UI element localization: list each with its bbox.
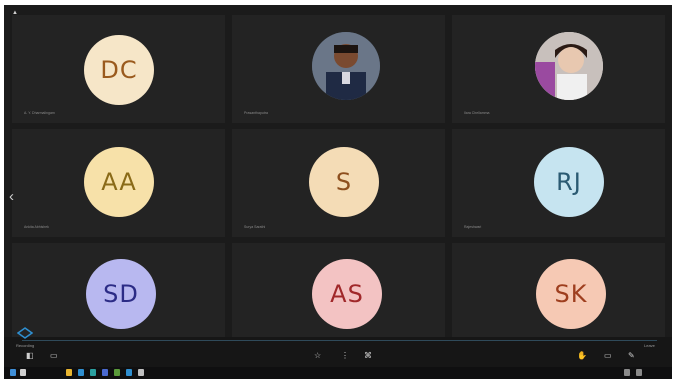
share-icon[interactable]: ⌘: [364, 351, 372, 360]
avatar: RJ: [534, 147, 604, 217]
app-icon[interactable]: [114, 369, 120, 376]
hand-icon[interactable]: ✋: [577, 351, 587, 360]
man-portrait-icon: [312, 32, 380, 100]
app-icon[interactable]: [138, 369, 144, 376]
participant-name: Ilara Chellamma: [464, 111, 490, 115]
avatar: [535, 32, 603, 100]
meeting-window: ▲ DC A. Y. Dharmalingam Prasanthaputra I…: [4, 5, 672, 375]
chat-icon[interactable]: ▭: [50, 351, 58, 360]
participant-tile-8[interactable]: AS: [232, 243, 445, 338]
reaction-icon[interactable]: ☆: [314, 351, 321, 360]
app-icon[interactable]: [126, 369, 132, 376]
participant-tile-5[interactable]: S Surya Sarathi: [232, 129, 445, 237]
previous-page-icon[interactable]: ‹: [9, 188, 14, 205]
leave-label: Leave: [644, 343, 655, 348]
avatar: DC: [84, 35, 154, 105]
recording-label: Recording: [16, 343, 35, 348]
participant-tile-3[interactable]: Ilara Chellamma: [452, 15, 665, 123]
participant-tile-9[interactable]: SK: [452, 243, 665, 338]
camera-icon[interactable]: ◧: [26, 351, 34, 360]
participant-tile-7[interactable]: SD: [12, 243, 225, 338]
pen-icon[interactable]: ✎: [628, 351, 635, 360]
app-icon[interactable]: [90, 369, 96, 376]
more-icon[interactable]: ⋮: [341, 351, 349, 360]
participant-name: A. Y. Dharmalingam: [24, 111, 55, 115]
avatar: AS: [312, 259, 382, 329]
windows-taskbar: [4, 367, 672, 379]
explorer-icon[interactable]: [66, 369, 72, 376]
participant-name: Prasanthaputra: [244, 111, 268, 115]
participant-name: Ankita Abhishek: [24, 225, 49, 229]
avatar: S: [309, 147, 379, 217]
progress-divider: [22, 340, 657, 341]
participant-tile-2[interactable]: Prasanthaputra: [232, 15, 445, 123]
screen-icon[interactable]: ▭: [604, 351, 612, 360]
avatar: SK: [536, 259, 606, 329]
tray-icon[interactable]: [624, 369, 630, 376]
avatar: [312, 32, 380, 100]
app-icon[interactable]: [102, 369, 108, 376]
participant-name: Surya Sarathi: [244, 225, 266, 229]
record-icon[interactable]: [17, 327, 33, 339]
participant-tile-6[interactable]: RJ Rajeshwari: [452, 129, 665, 237]
participant-tile-1[interactable]: DC A. Y. Dharmalingam: [12, 15, 225, 123]
search-icon[interactable]: [20, 369, 26, 376]
woman-portrait-icon: [535, 32, 603, 100]
participant-name: Rajeshwari: [464, 225, 482, 229]
tray-icon[interactable]: [636, 369, 642, 376]
participant-tile-4[interactable]: AA Ankita Abhishek: [12, 129, 225, 237]
avatar: SD: [86, 259, 156, 329]
start-icon[interactable]: [10, 369, 16, 376]
browser-icon[interactable]: [78, 369, 84, 376]
avatar: AA: [84, 147, 154, 217]
